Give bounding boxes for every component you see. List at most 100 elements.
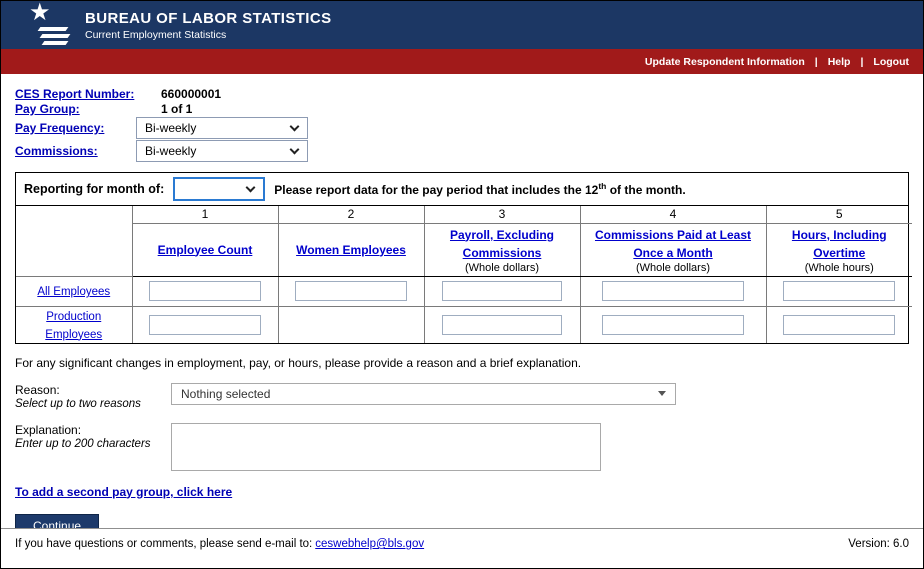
column-headers-row: Employee Count Women Employees Payroll, … (16, 223, 912, 276)
nav-separator: | (860, 56, 863, 68)
production-employees-label-cell: Production Employees (16, 306, 132, 343)
all-employees-label-cell: All Employees (16, 276, 132, 306)
logo-stripe-icon (40, 34, 71, 38)
column-number-4: 4 (580, 206, 766, 223)
all-employees-commissions-input[interactable] (602, 281, 744, 301)
reporting-month-select[interactable] (173, 177, 265, 201)
all-employees-payroll-cell (424, 276, 580, 306)
report-table-section: Reporting for month of: Please report da… (15, 172, 909, 344)
column-header-women-employees: Women Employees (278, 223, 424, 276)
pay-group-label[interactable]: Pay Group: (15, 102, 161, 116)
column-header-commissions: Commissions Paid at Least Once a Month (… (580, 223, 766, 276)
pay-group-value: 1 of 1 (161, 102, 192, 116)
footer: If you have questions or comments, pleas… (1, 528, 923, 568)
explanation-textarea[interactable] (171, 423, 601, 471)
reporting-month-row: Reporting for month of: Please report da… (16, 173, 908, 206)
explanation-field-row: Explanation: Enter up to 200 characters (15, 423, 923, 471)
reason-selected-value: Nothing selected (172, 387, 270, 401)
column-note: (Whole dollars) (585, 262, 762, 274)
corner-cell (16, 206, 132, 276)
bls-logo-icon: ★ (27, 5, 73, 45)
pay-group-row: Pay Group: 1 of 1 (15, 102, 923, 116)
all-employees-women-employees-input[interactable] (295, 281, 407, 301)
all-employees-commissions-cell (580, 276, 766, 306)
commissions-label[interactable]: Commissions: (15, 144, 136, 158)
reason-label-block: Reason: Select up to two reasons (15, 383, 171, 410)
add-pay-group-link[interactable]: To add a second pay group, click here (15, 485, 232, 499)
column-header-payroll: Payroll, Excluding Commissions (Whole do… (424, 223, 580, 276)
email-link[interactable]: ceswebhelp@bls.gov (315, 538, 424, 550)
column-header-hours: Hours, Including Overtime (Whole hours) (766, 223, 912, 276)
production-employees-payroll-input[interactable] (442, 315, 561, 335)
column-number-1: 1 (132, 206, 278, 223)
column-number-3: 3 (424, 206, 580, 223)
production-employees-women-employees-cell (278, 306, 424, 343)
production-employees-link[interactable]: Production Employees (45, 311, 102, 341)
ces-report-number-value: 660000001 (161, 87, 221, 101)
explanation-hint: Enter up to 200 characters (15, 438, 171, 450)
site-title: BUREAU OF LABOR STATISTICS (85, 10, 332, 27)
data-entry-table: 1 2 3 4 5 Employee Count Women Employees… (16, 206, 912, 343)
help-link[interactable]: Help (828, 56, 851, 68)
pay-frequency-value: Bi-weekly (137, 121, 196, 135)
hours-column-link[interactable]: Hours, Including Overtime (792, 228, 887, 260)
production-employees-payroll-cell (424, 306, 580, 343)
production-employees-commissions-cell (580, 306, 766, 343)
logo-stripe-icon (38, 27, 69, 31)
all-employees-hours-cell (766, 276, 912, 306)
production-employees-row: Production Employees (16, 306, 912, 343)
utility-nav: Update Respondent Information | Help | L… (1, 49, 923, 74)
masthead: ★ BUREAU OF LABOR STATISTICS Current Emp… (1, 1, 923, 49)
production-employees-employee-count-input[interactable] (149, 315, 261, 335)
chevron-down-icon (290, 122, 300, 132)
women-employees-column-link[interactable]: Women Employees (296, 243, 406, 257)
commissions-value: Bi-weekly (137, 144, 196, 158)
nav-separator: | (815, 56, 818, 68)
column-note: (Whole dollars) (429, 262, 576, 274)
report-info-section: CES Report Number: 660000001 Pay Group: … (1, 74, 923, 162)
column-numbers-row: 1 2 3 4 5 (16, 206, 912, 223)
reason-field-row: Reason: Select up to two reasons Nothing… (15, 383, 923, 410)
explanation-label-block: Explanation: Enter up to 200 characters (15, 423, 171, 450)
all-employees-women-employees-cell (278, 276, 424, 306)
footer-text: If you have questions or comments, pleas… (15, 538, 312, 550)
reason-label: Reason: (15, 383, 171, 397)
pay-frequency-select[interactable]: Bi-weekly (136, 117, 308, 139)
site-subtitle: Current Employment Statistics (85, 29, 332, 41)
column-number-5: 5 (766, 206, 912, 223)
logout-link[interactable]: Logout (873, 56, 909, 68)
dropdown-caret-icon (658, 391, 666, 396)
reporting-month-label: Reporting for month of: (24, 182, 164, 196)
production-employees-employee-count-cell (132, 306, 278, 343)
reason-dropdown[interactable]: Nothing selected (171, 383, 676, 405)
reporting-instruction: Please report data for the pay period th… (274, 181, 685, 197)
payroll-column-link[interactable]: Payroll, Excluding Commissions (450, 228, 554, 260)
all-employees-employee-count-input[interactable] (149, 281, 261, 301)
chevron-down-icon (290, 145, 300, 155)
production-employees-commissions-input[interactable] (602, 315, 744, 335)
production-employees-hours-cell (766, 306, 912, 343)
chevron-down-icon (246, 183, 256, 193)
page: ★ BUREAU OF LABOR STATISTICS Current Emp… (0, 0, 924, 569)
footer-contact-text: If you have questions or comments, pleas… (15, 538, 424, 550)
column-note: (Whole hours) (771, 262, 909, 274)
ces-report-number-label[interactable]: CES Report Number: (15, 87, 161, 101)
all-employees-hours-input[interactable] (783, 281, 895, 301)
reason-hint: Select up to two reasons (15, 398, 171, 410)
ces-report-number-row: CES Report Number: 660000001 (15, 87, 923, 101)
update-respondent-link[interactable]: Update Respondent Information (645, 56, 805, 68)
commissions-select[interactable]: Bi-weekly (136, 140, 308, 162)
all-employees-employee-count-cell (132, 276, 278, 306)
commissions-column-link[interactable]: Commissions Paid at Least Once a Month (595, 228, 751, 260)
masthead-text: BUREAU OF LABOR STATISTICS Current Emplo… (85, 10, 332, 41)
all-employees-link[interactable]: All Employees (37, 286, 110, 298)
version-label: Version: 6.0 (848, 538, 909, 550)
logo-stripe-icon (42, 41, 69, 45)
pay-frequency-label[interactable]: Pay Frequency: (15, 121, 136, 135)
changes-instruction: For any significant changes in employmen… (15, 356, 923, 370)
production-employees-hours-input[interactable] (783, 315, 895, 335)
all-employees-row: All Employees (16, 276, 912, 306)
commissions-row: Commissions: Bi-weekly (15, 140, 923, 162)
employee-count-column-link[interactable]: Employee Count (158, 243, 253, 257)
all-employees-payroll-input[interactable] (442, 281, 561, 301)
